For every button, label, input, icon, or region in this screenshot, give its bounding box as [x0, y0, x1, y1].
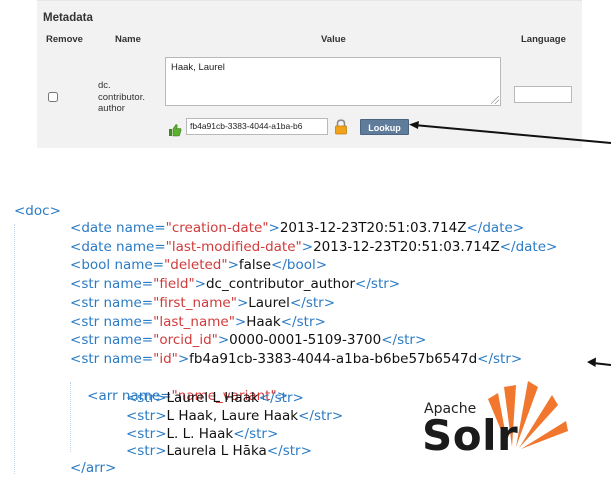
xml-array-item: <str>Laurel L Haak</str>: [126, 390, 304, 406]
xml-field-orcid_id: <str name="orcid_id">0000-0001-5109-3700…: [70, 332, 427, 349]
logo-solr-text: Solr: [422, 411, 519, 460]
doc-open-tag: <doc>: [14, 203, 61, 219]
value-textarea[interactable]: Haak, Laurel: [165, 57, 501, 106]
apache-solr-logo: Apache Solr: [420, 377, 570, 463]
authority-id-input[interactable]: fb4a91cb-3383-4044-a1ba-b6: [186, 118, 328, 135]
xml-field-last-modified-date: <date name="last-modified-date">2013-12-…: [70, 238, 558, 255]
xml-array-item: <str>L Haak, Laure Haak</str>: [126, 407, 344, 424]
language-input[interactable]: [514, 86, 572, 103]
xml-tag-name: arr: [98, 388, 118, 404]
xml-array-open: <arr name="name_variant">: [87, 388, 288, 404]
xml-array-close: </arr>: [70, 460, 117, 476]
xml-field-first_name: <str name="first_name">Laurel</str>: [70, 294, 336, 311]
xml-field-field: <str name="field">dc_contributor_author<…: [70, 276, 401, 293]
value-column-header: Value: [321, 34, 346, 45]
field-name-label: dc. contributor. author: [98, 80, 145, 114]
xml-field-last_name: <str name="last_name">Haak</str>: [70, 313, 326, 330]
xml-field-deleted: <bool name="deleted">false</bool>: [70, 257, 328, 274]
remove-column-header: Remove: [46, 34, 83, 45]
remove-checkbox[interactable]: [48, 92, 58, 102]
resize-grip-icon[interactable]: [491, 96, 499, 104]
annotation-arrow-id: [587, 357, 611, 367]
thumbs-up-icon: [169, 124, 182, 137]
xml-array-item: <str>Laurela L Hāka</str>: [126, 443, 312, 460]
language-column-header: Language: [521, 34, 566, 45]
xml-field-creation-date: <date name="creation-date">2013-12-23T20…: [70, 220, 525, 236]
value-text: Haak, Laurel: [171, 62, 225, 73]
annotation-arrow-lookup: [409, 121, 611, 144]
xml-field-id: <str name="id">fb4a91cb-3383-4044-a1ba-b…: [70, 350, 523, 367]
lookup-button[interactable]: Lookup: [360, 119, 409, 135]
indent-guide: [14, 224, 15, 474]
xml-array-item: <str>L. L. Haak</str>: [126, 425, 279, 442]
lock-icon[interactable]: [334, 119, 348, 135]
metadata-title: Metadata: [43, 12, 93, 24]
name-column-header: Name: [115, 34, 141, 45]
